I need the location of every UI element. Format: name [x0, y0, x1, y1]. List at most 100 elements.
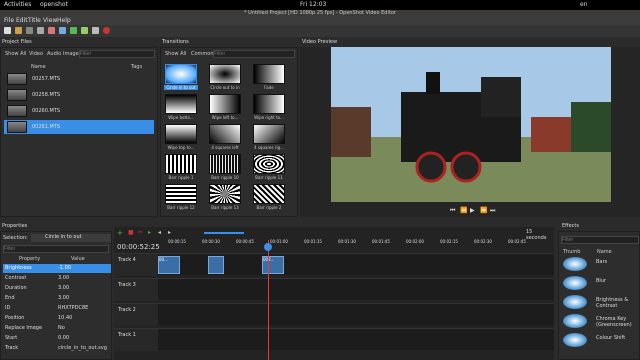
- tab-image[interactable]: Image: [63, 51, 79, 57]
- timeline-track[interactable]: Track 1: [114, 328, 554, 351]
- properties-filter[interactable]: [3, 245, 109, 253]
- fast-forward-icon[interactable]: ⏩: [480, 207, 487, 214]
- property-row[interactable]: Brightness -1.00: [3, 264, 111, 273]
- effect-item[interactable]: Colour Shift: [562, 332, 637, 348]
- menu-edit[interactable]: Edit: [16, 16, 28, 25]
- transition-thumb[interactable]: [253, 154, 285, 174]
- file-row[interactable]: 00258.MTS: [4, 88, 154, 102]
- playhead-handle[interactable]: [264, 243, 272, 251]
- effects-filter[interactable]: [561, 236, 639, 244]
- transition-thumb[interactable]: [209, 154, 241, 174]
- transition-label: Barr ripple 2: [256, 205, 282, 210]
- transition-thumb[interactable]: [253, 184, 285, 204]
- property-row[interactable]: Replace Image No: [3, 324, 111, 333]
- timeline-clip[interactable]: [208, 256, 224, 274]
- transition-thumb[interactable]: [253, 124, 285, 144]
- preview-frame: [331, 47, 611, 202]
- tab-show-all[interactable]: Show All: [5, 51, 26, 57]
- column-tags[interactable]: Tags: [131, 64, 142, 70]
- transition-label: Wipe top to...: [167, 145, 195, 150]
- playhead[interactable]: [268, 240, 269, 360]
- menu-file[interactable]: File: [4, 16, 14, 25]
- property-row[interactable]: Contrast 3.00: [3, 274, 111, 283]
- transition-thumb[interactable]: [209, 124, 241, 144]
- export-icon[interactable]: [103, 27, 110, 34]
- transition-thumb[interactable]: [253, 64, 285, 84]
- menu-view[interactable]: View: [43, 16, 57, 25]
- effect-item[interactable]: Bars: [562, 256, 637, 272]
- column-name[interactable]: Name: [31, 64, 46, 70]
- transition-thumb[interactable]: [209, 64, 241, 84]
- razor-icon[interactable]: ✂: [138, 229, 143, 236]
- property-value[interactable]: 10.40: [58, 314, 110, 323]
- import-icon[interactable]: [70, 27, 77, 34]
- transition-thumb[interactable]: [209, 184, 241, 204]
- file-row[interactable]: 00257.MTS: [4, 72, 154, 86]
- timeline-ruler[interactable]: 00:00:15 00:00:30 00:00:45 00:01:00 00:01:15…: [158, 239, 554, 249]
- transitions-filter[interactable]: [213, 50, 295, 58]
- tab-show-all[interactable]: Show All: [165, 51, 186, 57]
- tab-audio[interactable]: Audio: [47, 51, 61, 57]
- effect-item[interactable]: Brightness & Contrast: [562, 294, 637, 310]
- indicators[interactable]: en: [580, 0, 588, 10]
- jump-start-icon[interactable]: ⏮: [450, 207, 455, 215]
- redo-icon[interactable]: [59, 27, 66, 34]
- zoom-slider[interactable]: [204, 232, 244, 234]
- property-row[interactable]: Duration 3.00: [3, 284, 111, 293]
- add-track-icon[interactable]: +: [117, 229, 123, 237]
- new-project-icon[interactable]: [4, 27, 11, 34]
- property-row[interactable]: Position 10.40: [3, 314, 111, 323]
- timeline-clip[interactable]: 002...: [262, 256, 284, 274]
- timeline-track[interactable]: Track 2: [114, 303, 554, 326]
- app-menu[interactable]: openshot: [40, 0, 68, 10]
- property-value[interactable]: RHXTPDC8E: [58, 304, 110, 313]
- transition-thumb[interactable]: [165, 64, 197, 84]
- property-value[interactable]: -1.00: [58, 264, 110, 273]
- transition-thumb[interactable]: [165, 184, 197, 204]
- property-row[interactable]: Track circle_in_to_out.svg: [3, 344, 111, 353]
- property-value[interactable]: 3.00: [58, 284, 110, 293]
- menu-title[interactable]: Title: [28, 16, 41, 25]
- file-row-selected[interactable]: 00261.MTS: [4, 120, 154, 134]
- menu-help[interactable]: Help: [57, 16, 71, 25]
- property-value[interactable]: circle_in_to_out.svg: [58, 344, 110, 353]
- property-value[interactable]: No: [58, 324, 110, 333]
- timeline-track[interactable]: Track 400... 002...: [114, 253, 554, 276]
- transition-thumb[interactable]: [209, 94, 241, 114]
- save-as-icon[interactable]: [37, 27, 44, 34]
- property-value[interactable]: 3.00: [58, 294, 110, 303]
- timeline-track[interactable]: Track 3: [114, 278, 554, 301]
- previous-marker-icon[interactable]: ◂: [158, 229, 161, 236]
- open-project-icon[interactable]: [15, 27, 22, 34]
- property-value[interactable]: 0.00: [58, 334, 110, 343]
- tab-video[interactable]: Video: [29, 51, 43, 57]
- property-value[interactable]: 3.00: [58, 274, 110, 283]
- project-files-filter[interactable]: [79, 50, 155, 58]
- file-row[interactable]: 00260.MTS: [4, 104, 154, 118]
- tab-common[interactable]: Common: [191, 51, 214, 57]
- timeline-clip[interactable]: 00...: [158, 256, 180, 274]
- effect-item[interactable]: Blur: [562, 275, 637, 291]
- fullscreen-icon[interactable]: [92, 27, 99, 34]
- effect-item[interactable]: Chroma Key (Greenscreen): [562, 313, 637, 329]
- snap-icon[interactable]: ■: [128, 229, 134, 236]
- undo-icon[interactable]: [48, 27, 55, 34]
- property-row[interactable]: Start 0.00: [3, 334, 111, 343]
- clock[interactable]: Fri 12:03: [300, 0, 326, 10]
- play-icon[interactable]: ▶: [470, 207, 475, 214]
- rewind-icon[interactable]: ⏪: [460, 207, 467, 214]
- add-marker-icon[interactable]: ▸: [148, 229, 151, 236]
- save-icon[interactable]: [26, 27, 33, 34]
- transition-thumb[interactable]: [165, 124, 197, 144]
- main-toolbar: [0, 25, 640, 37]
- selection-dropdown[interactable]: Circle in to out: [31, 234, 111, 242]
- next-marker-icon[interactable]: ▸: [168, 229, 171, 236]
- profile-icon[interactable]: [81, 27, 88, 34]
- transition-thumb[interactable]: [253, 94, 285, 114]
- activities-button[interactable]: Activities: [4, 0, 31, 10]
- transition-thumb[interactable]: [165, 94, 197, 114]
- jump-end-icon[interactable]: ⏭: [490, 207, 495, 215]
- property-row[interactable]: ID RHXTPDC8E: [3, 304, 111, 313]
- property-row[interactable]: End 3.00: [3, 294, 111, 303]
- transition-thumb[interactable]: [165, 154, 197, 174]
